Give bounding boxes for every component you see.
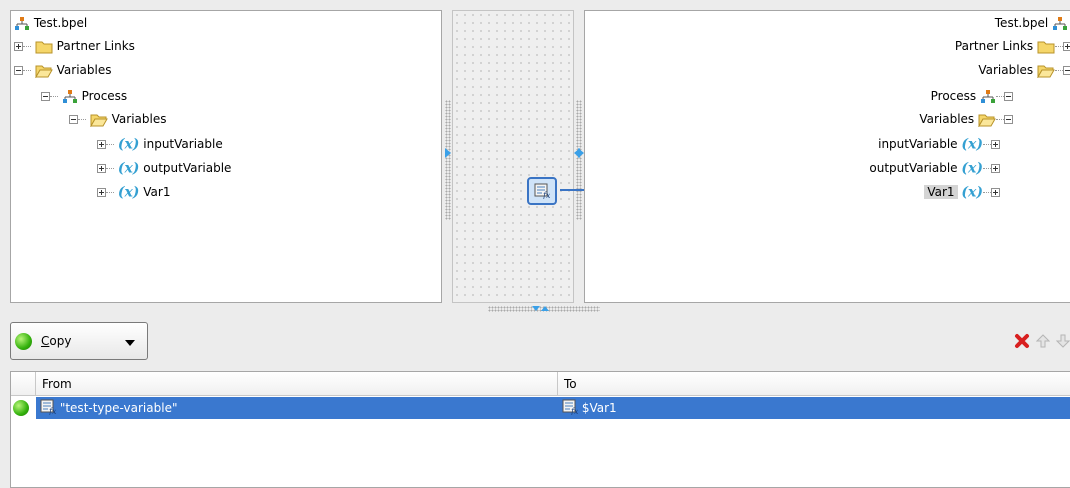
expand-icon[interactable] xyxy=(97,140,106,149)
tree-label: Variables xyxy=(919,112,975,126)
source-tree-panel[interactable]: Test.bpel Partner Links Variables Proces… xyxy=(10,10,442,303)
svg-text:fx: fx xyxy=(48,407,56,415)
status-ok-icon xyxy=(15,333,32,350)
tree-node-output-variable[interactable]: (x) outputVariable xyxy=(97,157,231,179)
tree-node-variables[interactable]: Variables xyxy=(978,59,1070,81)
expand-icon[interactable] xyxy=(1063,42,1070,51)
expand-icon[interactable] xyxy=(14,42,23,51)
tree-label: Test.bpel xyxy=(33,16,88,30)
process-icon xyxy=(980,89,996,105)
cell-from-text: "test-type-variable" xyxy=(59,401,178,415)
target-tree-panel[interactable]: Test.bpel Partner Links Variables Proces… xyxy=(584,10,1070,303)
collapse-left-arrow-icon[interactable] xyxy=(445,148,451,158)
variable-icon: (x) xyxy=(961,136,983,153)
tree-label: inputVariable xyxy=(878,137,958,151)
cell-to-text: $Var1 xyxy=(581,401,617,415)
tree-label: Test.bpel xyxy=(994,16,1049,30)
expand-up-arrow-icon[interactable] xyxy=(541,306,549,311)
tree-node-partner-links[interactable]: Partner Links xyxy=(14,35,135,57)
collapse-icon[interactable] xyxy=(69,115,78,124)
tree-node-variables[interactable]: Variables xyxy=(14,59,112,81)
expand-icon[interactable] xyxy=(991,164,1000,173)
expand-icon[interactable] xyxy=(991,188,1000,197)
collapse-icon[interactable] xyxy=(1004,115,1013,124)
splitter-grip-left[interactable] xyxy=(445,100,451,220)
arrow-down-icon[interactable] xyxy=(1055,334,1070,351)
expression-node[interactable]: fx xyxy=(527,177,557,205)
column-header-from[interactable]: From xyxy=(36,372,558,396)
folder-icon xyxy=(35,40,53,54)
open-folder-icon xyxy=(34,64,53,78)
tree-node-var1[interactable]: (x) Var1 xyxy=(97,181,170,203)
tree-label: Variables xyxy=(56,63,112,77)
tree-label: inputVariable xyxy=(143,137,223,151)
tree-node-output-variable[interactable]: outputVariable (x) xyxy=(869,157,1000,179)
cell-to[interactable]: fx $Var1 xyxy=(562,397,617,419)
expression-icon: fx xyxy=(534,183,550,199)
open-folder-icon xyxy=(1037,64,1055,78)
tree-label: Var1 xyxy=(924,185,958,199)
tree-node-root[interactable]: Test.bpel xyxy=(14,12,87,34)
variable-icon: (x) xyxy=(117,160,140,177)
tree-node-process[interactable]: Process xyxy=(931,85,1013,107)
status-ok-icon xyxy=(13,400,29,416)
expression-icon: fx xyxy=(40,399,57,422)
expand-icon[interactable] xyxy=(97,164,106,173)
tree-label: outputVariable xyxy=(869,161,958,175)
expand-icon[interactable] xyxy=(991,140,1000,149)
variable-icon: (x) xyxy=(961,160,983,177)
variable-icon: (x) xyxy=(961,184,983,201)
collapse-icon[interactable] xyxy=(14,66,23,75)
cell-from[interactable]: fx "test-type-variable" xyxy=(40,397,177,419)
chevron-down-icon xyxy=(125,340,135,346)
svg-text:fx: fx xyxy=(542,191,550,199)
tree-label: Partner Links xyxy=(954,39,1034,53)
tree-node-process[interactable]: Process xyxy=(41,85,127,107)
column-header-to[interactable]: To xyxy=(558,372,1070,396)
delete-x-icon[interactable] xyxy=(1014,333,1030,352)
tree-label: outputVariable xyxy=(143,161,232,175)
mapping-canvas[interactable] xyxy=(452,10,574,303)
arrow-up-icon[interactable] xyxy=(1035,334,1051,351)
table-row[interactable]: fx "test-type-variable" fx $Var1 xyxy=(36,397,1070,419)
open-folder-icon xyxy=(89,113,108,127)
collapse-icon[interactable] xyxy=(1063,66,1070,75)
tree-label: Variables xyxy=(978,63,1034,77)
tree-node-process-variables[interactable]: Variables xyxy=(919,108,1013,130)
splitter-grip-right[interactable] xyxy=(576,100,582,220)
tree-label: Variables xyxy=(111,112,167,126)
tree-node-process-variables[interactable]: Variables xyxy=(69,108,167,130)
svg-text:fx: fx xyxy=(570,407,578,415)
process-icon xyxy=(14,16,30,32)
operation-label-rest: opy xyxy=(49,334,72,348)
tree-node-var1[interactable]: Var1 (x) xyxy=(924,181,1000,203)
process-icon xyxy=(62,89,78,105)
process-icon xyxy=(1052,16,1068,32)
expand-icon[interactable] xyxy=(97,188,106,197)
expression-icon: fx xyxy=(562,399,579,422)
tree-node-input-variable[interactable]: (x) inputVariable xyxy=(97,133,223,155)
variable-icon: (x) xyxy=(117,184,140,201)
tree-node-root[interactable]: Test.bpel xyxy=(995,12,1068,34)
tree-label: Var1 xyxy=(143,185,171,199)
copy-rules-table[interactable]: From To fx "test-type-variable" fx $Var1 xyxy=(10,371,1070,488)
variable-icon: (x) xyxy=(117,136,140,153)
tree-label: Partner Links xyxy=(56,39,135,53)
tree-node-partner-links[interactable]: Partner Links xyxy=(955,35,1070,57)
tree-label: Process xyxy=(81,89,128,103)
open-folder-icon xyxy=(978,113,996,127)
tree-node-input-variable[interactable]: inputVariable (x) xyxy=(878,133,1000,155)
table-corner xyxy=(11,372,36,396)
collapse-icon[interactable] xyxy=(1004,92,1013,101)
collapse-down-arrow-icon[interactable] xyxy=(532,306,540,311)
folder-icon xyxy=(1037,40,1055,54)
operation-label: Copy xyxy=(41,334,71,348)
collapse-icon[interactable] xyxy=(41,92,50,101)
operation-dropdown[interactable]: Copy xyxy=(10,322,148,360)
tree-label: Process xyxy=(930,89,977,103)
